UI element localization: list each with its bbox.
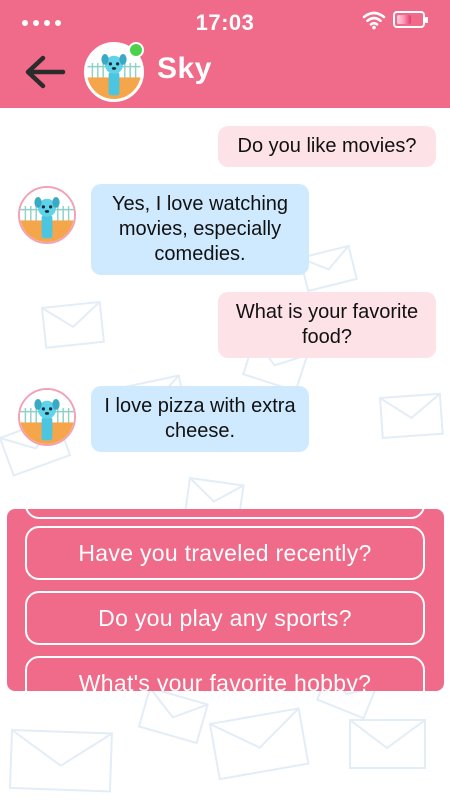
quick-reply-button[interactable]: Have you traveled recently?	[25, 526, 425, 580]
online-status-indicator	[128, 42, 144, 58]
chat-header: 17:03 Sky	[0, 0, 450, 108]
quick-reply-button[interactable]: Do you play any sports?	[25, 591, 425, 645]
chat-messages: Do you like movies? Yes, I love watching…	[0, 108, 450, 508]
back-button[interactable]	[22, 52, 68, 92]
arrow-left-icon	[25, 55, 66, 89]
quick-reply-partial-top[interactable]	[25, 509, 425, 519]
battery-icon	[393, 11, 428, 28]
quick-replies-panel[interactable]: Have you traveled recently? Do you play …	[7, 509, 444, 691]
contact-message-avatar	[18, 388, 76, 446]
battery-level	[397, 15, 411, 24]
wifi-icon	[362, 11, 386, 30]
cartoon-dog-avatar-icon	[20, 188, 74, 242]
message-bubble-outgoing: What is your favorite food?	[218, 292, 436, 358]
quick-reply-button[interactable]: What's your favorite hobby?	[25, 656, 425, 691]
cartoon-dog-avatar-icon	[20, 390, 74, 444]
contact-message-avatar	[18, 186, 76, 244]
status-bar: 17:03	[0, 0, 450, 46]
message-bubble-incoming: Yes, I love watching movies, especially …	[91, 184, 309, 275]
contact-name: Sky	[157, 52, 212, 85]
message-bubble-incoming: I love pizza with extra cheese.	[91, 386, 309, 452]
message-bubble-outgoing: Do you like movies?	[218, 126, 436, 167]
